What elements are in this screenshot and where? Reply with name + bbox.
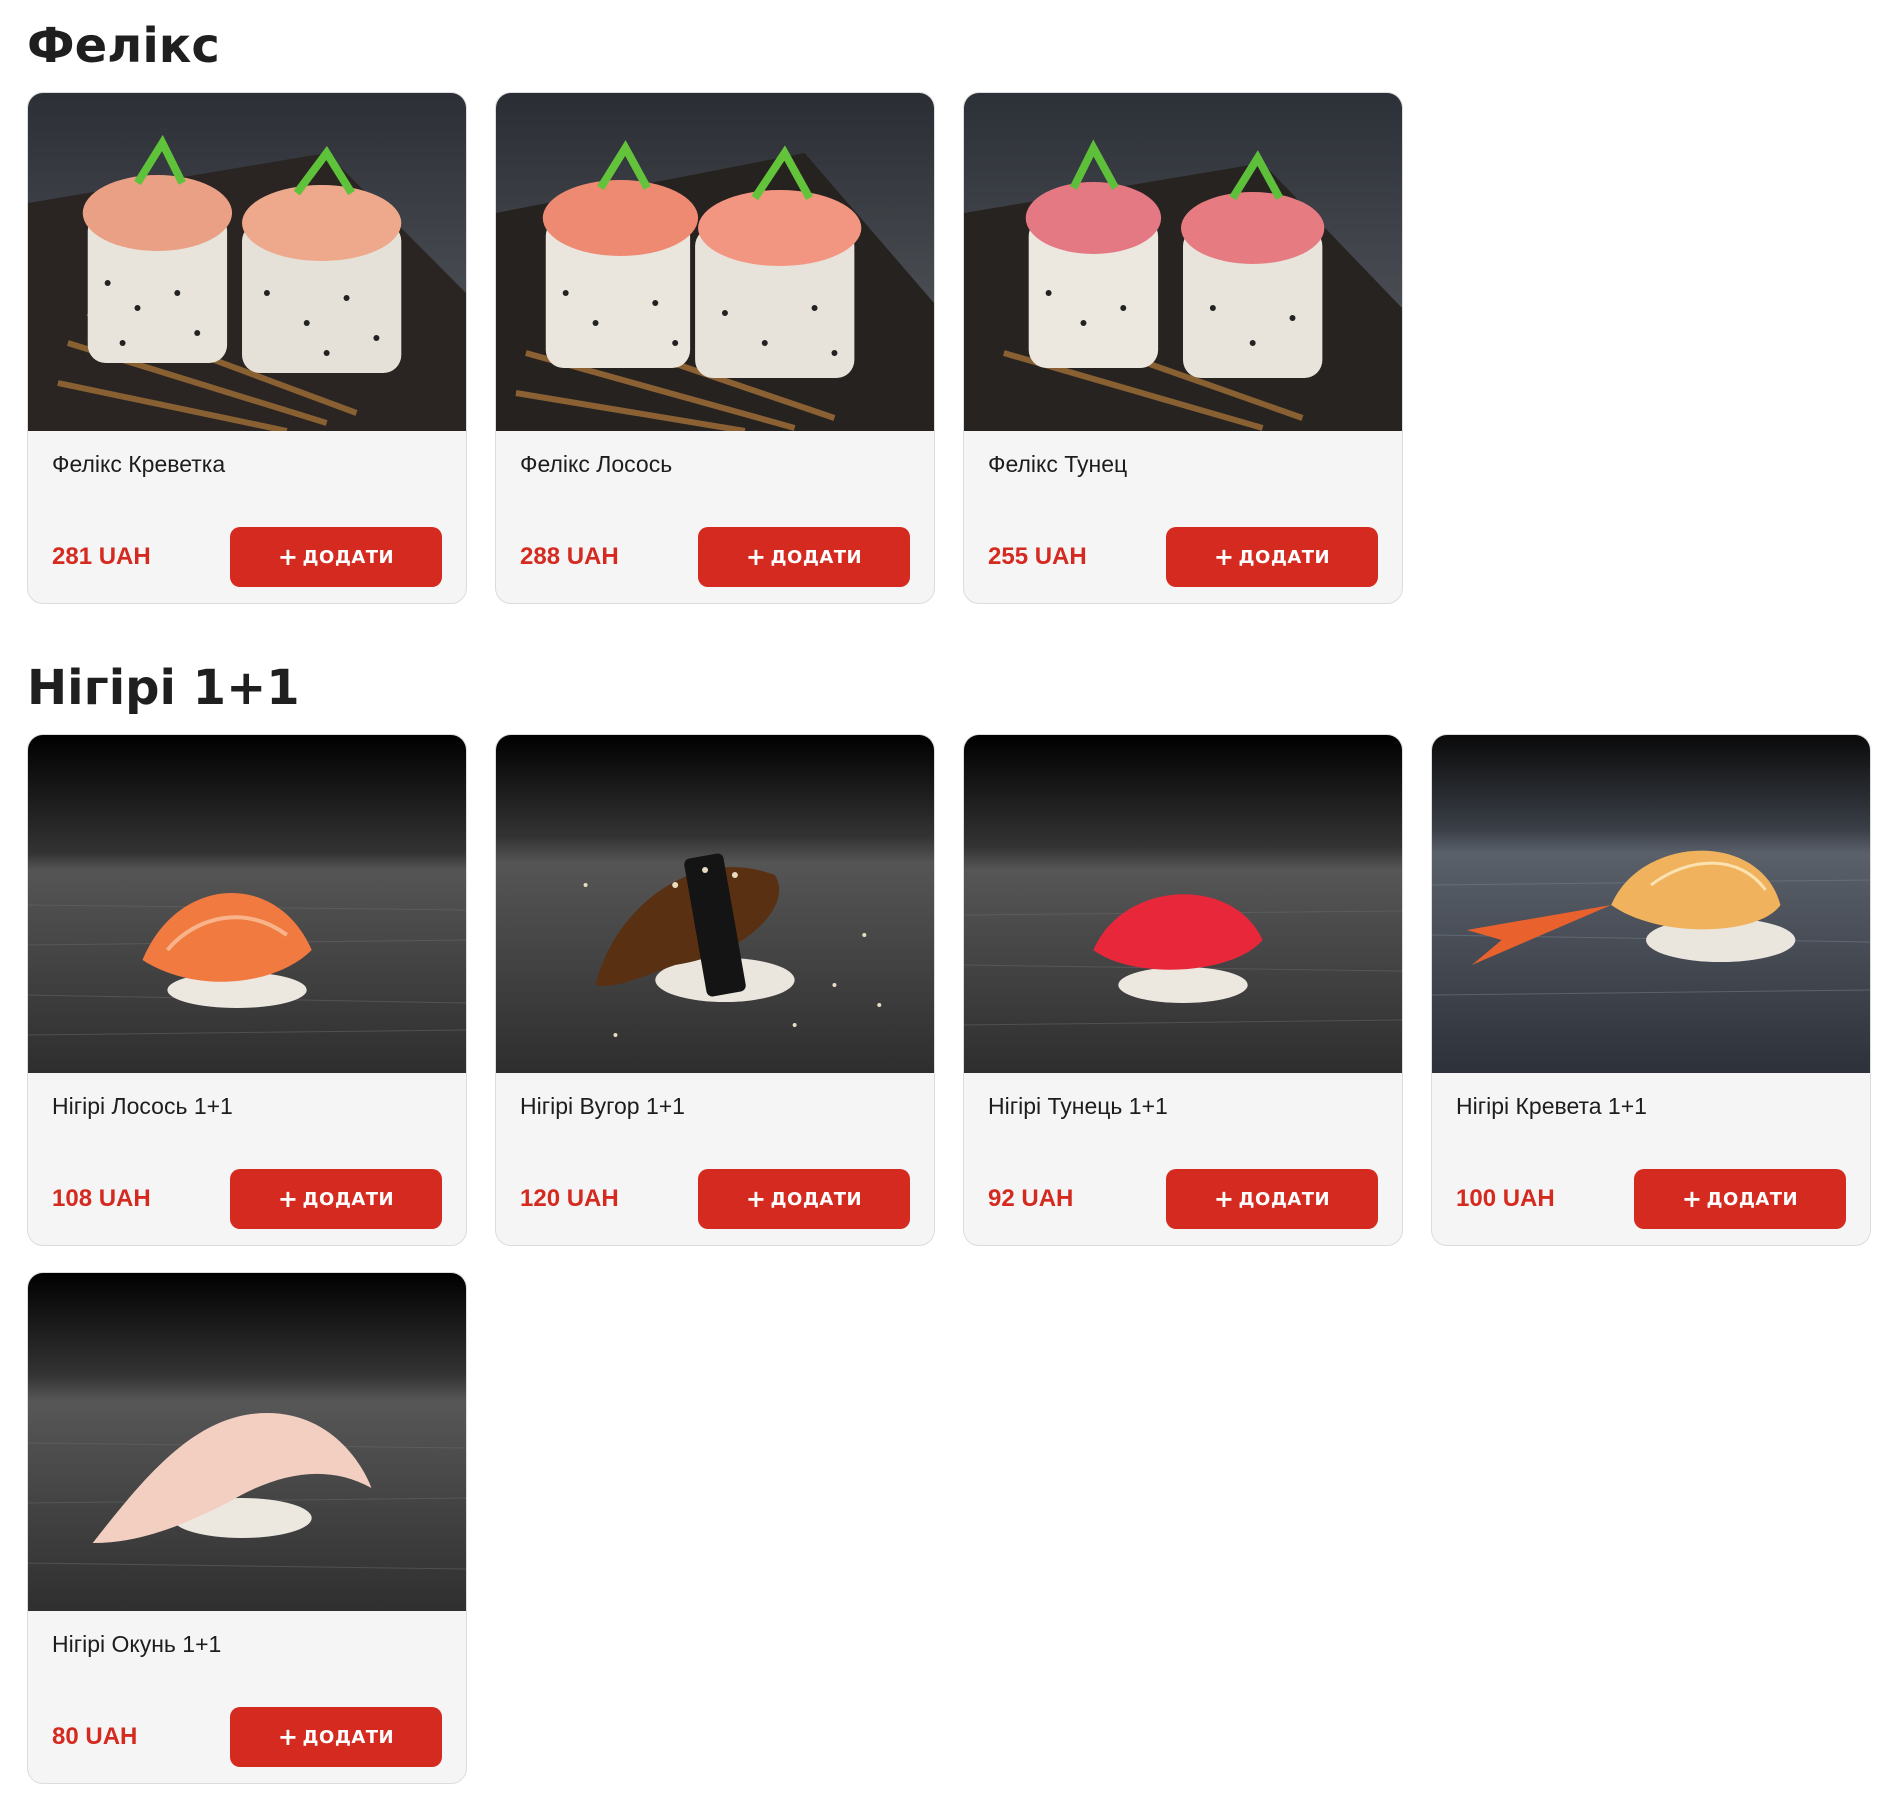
product-price: 80 UAH xyxy=(52,1723,138,1750)
product-name: Фелікс Креветка xyxy=(52,451,226,477)
add-to-cart-button[interactable]: + ДОДАТИ xyxy=(1166,527,1378,587)
plus-icon: + xyxy=(1213,1185,1235,1213)
add-to-cart-button[interactable]: + ДОДАТИ xyxy=(230,527,442,587)
add-button-label: ДОДАТИ xyxy=(1238,546,1331,568)
product-price: 100 UAH xyxy=(1456,1185,1555,1212)
add-to-cart-button[interactable]: + ДОДАТИ xyxy=(230,1707,442,1767)
product-price: 120 UAH xyxy=(520,1185,619,1212)
add-to-cart-button[interactable]: + ДОДАТИ xyxy=(1166,1169,1378,1229)
product-grid-felix: Фелікс Креветка 281 UAH + ДОДАТИ Фелікс … xyxy=(27,92,1873,604)
product-name: Нігірі Кревета 1+1 xyxy=(1456,1093,1647,1119)
product-card[interactable]: Фелікс Тунец 255 UAH + ДОДАТИ xyxy=(963,92,1403,604)
add-button-label: ДОДАТИ xyxy=(770,546,863,568)
plus-icon: + xyxy=(1213,543,1235,571)
product-photo[interactable] xyxy=(1432,735,1870,1073)
product-price: 108 UAH xyxy=(52,1185,151,1212)
add-to-cart-button[interactable]: + ДОДАТИ xyxy=(698,527,910,587)
product-name: Фелікс Тунец xyxy=(988,451,1128,477)
plus-icon: + xyxy=(745,1185,767,1213)
product-card[interactable]: Нігірі Тунець 1+1 92 UAH + ДОДАТИ xyxy=(963,734,1403,1246)
menu-page: Фелікс Фелікс Креветка 281 UAH + ДОДАТИ … xyxy=(0,0,1896,1804)
product-name: Нігірі Окунь 1+1 xyxy=(52,1631,222,1657)
product-name: Нігірі Тунець 1+1 xyxy=(988,1093,1168,1119)
product-photo[interactable] xyxy=(964,735,1402,1073)
product-photo[interactable] xyxy=(496,735,934,1073)
add-button-label: ДОДАТИ xyxy=(302,1188,395,1210)
product-photo[interactable] xyxy=(28,93,466,431)
plus-icon: + xyxy=(277,1185,299,1213)
plus-icon: + xyxy=(745,543,767,571)
product-price: 281 UAH xyxy=(52,543,151,570)
plus-icon: + xyxy=(1681,1185,1703,1213)
add-button-label: ДОДАТИ xyxy=(1706,1188,1799,1210)
add-to-cart-button[interactable]: + ДОДАТИ xyxy=(230,1169,442,1229)
product-photo[interactable] xyxy=(496,93,934,431)
product-card[interactable]: Фелікс Креветка 281 UAH + ДОДАТИ xyxy=(27,92,467,604)
add-button-label: ДОДАТИ xyxy=(1238,1188,1331,1210)
product-photo[interactable] xyxy=(28,1273,466,1611)
product-price: 255 UAH xyxy=(988,543,1087,570)
product-price: 92 UAH xyxy=(988,1185,1074,1212)
add-to-cart-button[interactable]: + ДОДАТИ xyxy=(1634,1169,1846,1229)
add-to-cart-button[interactable]: + ДОДАТИ xyxy=(698,1169,910,1229)
product-photo[interactable] xyxy=(28,735,466,1073)
plus-icon: + xyxy=(277,1723,299,1751)
section-title-nigiri: Нігірі 1+1 xyxy=(27,660,300,716)
product-card[interactable]: Фелікс Лосось 288 UAH + ДОДАТИ xyxy=(495,92,935,604)
product-grid-nigiri: Нігірі Лосось 1+1 108 UAH + ДОДАТИ Нігір… xyxy=(27,734,1873,1784)
product-name: Нігірі Вугор 1+1 xyxy=(520,1093,685,1119)
product-photo[interactable] xyxy=(964,93,1402,431)
product-name: Фелікс Лосось xyxy=(520,451,673,477)
product-name: Нігірі Лосось 1+1 xyxy=(52,1093,233,1119)
add-button-label: ДОДАТИ xyxy=(302,1726,395,1748)
product-card[interactable]: Нігірі Лосось 1+1 108 UAH + ДОДАТИ xyxy=(27,734,467,1246)
product-card[interactable]: Нігірі Окунь 1+1 80 UAH + ДОДАТИ xyxy=(27,1272,467,1784)
product-card[interactable]: Нігірі Вугор 1+1 120 UAH + ДОДАТИ xyxy=(495,734,935,1246)
plus-icon: + xyxy=(277,543,299,571)
add-button-label: ДОДАТИ xyxy=(770,1188,863,1210)
add-button-label: ДОДАТИ xyxy=(302,546,395,568)
product-price: 288 UAH xyxy=(520,543,619,570)
product-card[interactable]: Нігірі Кревета 1+1 100 UAH + ДОДАТИ xyxy=(1431,734,1871,1246)
section-title-felix: Фелікс xyxy=(27,18,220,74)
